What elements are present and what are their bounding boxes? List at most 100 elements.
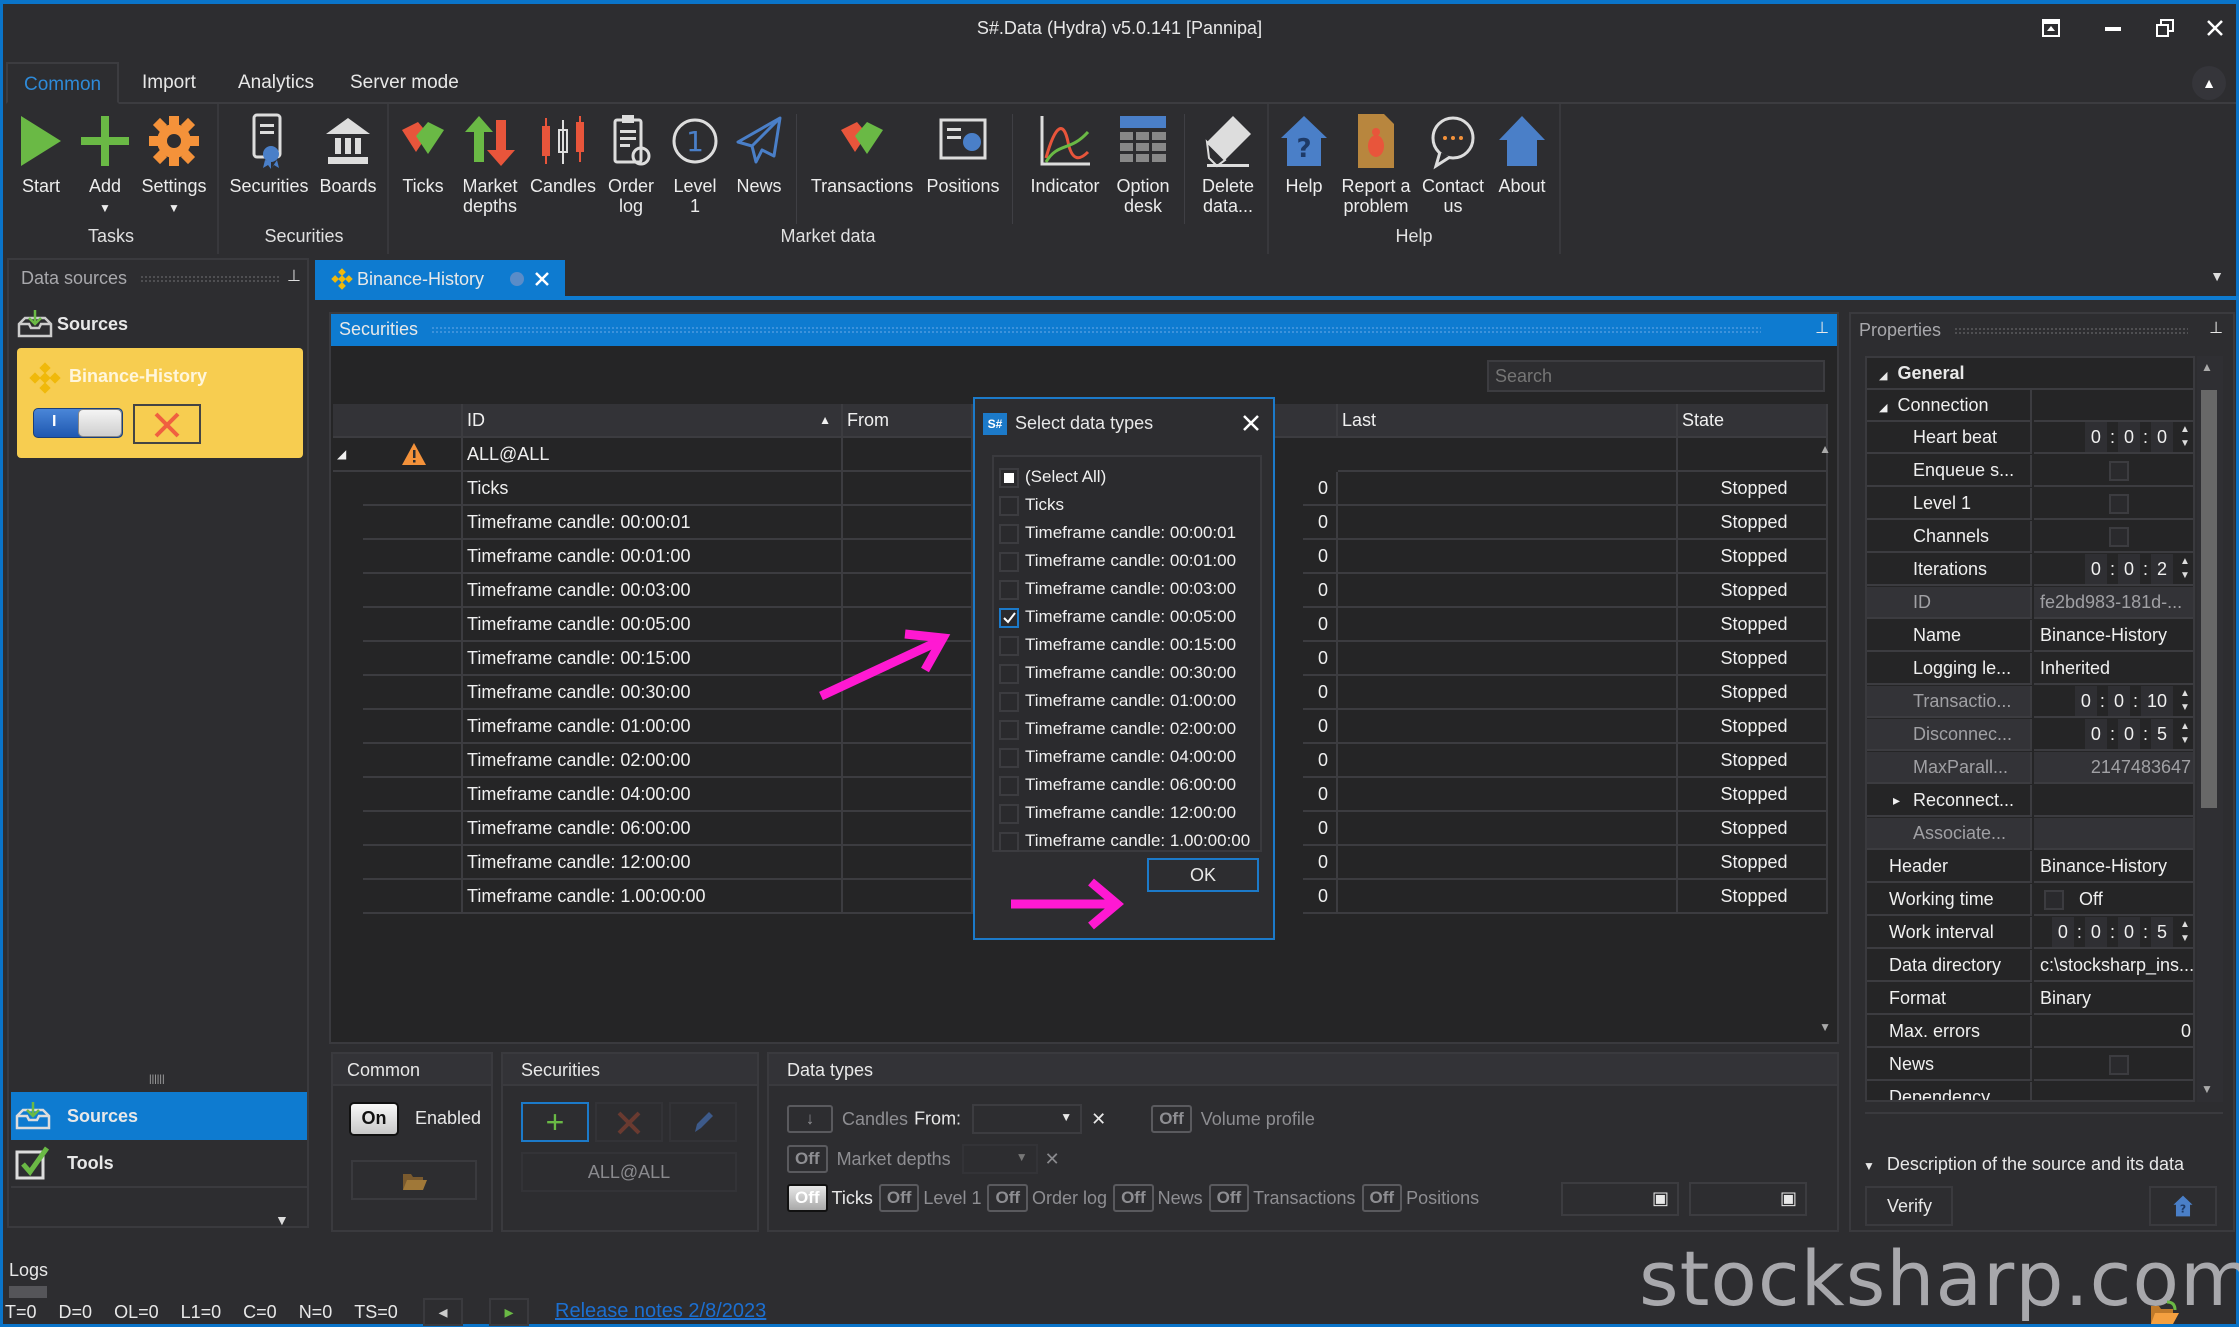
order-log-button[interactable]: Order log [602, 112, 660, 216]
minimize-icon[interactable] [2093, 14, 2133, 46]
property-value[interactable]: 0:0:10 ▲ ▼ [2034, 686, 2193, 718]
checkbox-icon[interactable] [999, 495, 1019, 516]
row-id[interactable]: Timeframe candle: 04:00:00 [463, 778, 843, 812]
checkbox-icon[interactable] [999, 635, 1019, 656]
data-type-option[interactable]: Timeframe candle: 00:05:00 [999, 603, 1236, 631]
settings-button[interactable]: Settings ▼ [140, 112, 208, 218]
pin-icon[interactable]: ⊥ [2209, 318, 2223, 338]
row-id[interactable]: Timeframe candle: 02:00:00 [463, 744, 843, 778]
property-row[interactable]: Max. errors 0 [1867, 1016, 2193, 1048]
candles-toggle[interactable]: ↓ [787, 1105, 833, 1133]
property-value[interactable]: 2147483647 [2034, 752, 2193, 784]
open-logs-folder-icon[interactable] [2149, 1300, 2179, 1327]
market-depths-select[interactable]: ▼ [961, 1144, 1038, 1174]
spinner-part[interactable]: 10 [2140, 686, 2173, 716]
spinner-part[interactable]: 0 [2051, 917, 2074, 947]
checkbox-icon[interactable] [2108, 1055, 2129, 1076]
spinner-arrows-icon[interactable]: ▲ ▼ [2173, 555, 2193, 583]
property-row[interactable]: Logging le... Inherited [1867, 653, 2193, 685]
spinner-arrows-icon[interactable]: ▲ ▼ [2173, 918, 2193, 946]
checkbox-icon[interactable] [2108, 527, 2129, 548]
row-id[interactable]: Timeframe candle: 00:05:00 [463, 608, 843, 642]
indicator-button[interactable]: Indicator [1022, 112, 1108, 196]
volume-profile-toggle[interactable]: Off [1151, 1105, 1192, 1133]
collapse-ribbon-button[interactable]: ▲ [2192, 66, 2226, 100]
property-row[interactable]: ID fe2bd983-181d-... [1867, 587, 2193, 619]
data-type-option[interactable]: Timeframe candle: 06:00:00 [999, 771, 1236, 799]
spinner-part[interactable]: 2 [2150, 554, 2173, 584]
property-row[interactable]: Heart beat 0:0:0 ▲ ▼ [1867, 422, 2193, 454]
splitter-grip[interactable]: |||||| [149, 1074, 165, 1085]
help-button[interactable]: ? Help [1274, 112, 1334, 196]
checkbox-icon[interactable] [999, 579, 1019, 600]
property-row[interactable]: Dependency [1867, 1082, 2193, 1100]
checkbox-icon[interactable] [999, 691, 1019, 712]
spinner-part[interactable]: 0 [2084, 917, 2107, 947]
spinner-part[interactable]: 0 [2117, 719, 2140, 749]
property-value[interactable] [2034, 1082, 2193, 1100]
row-id[interactable]: Timeframe candle: 00:03:00 [463, 574, 843, 608]
property-value[interactable]: Binance-History [2034, 620, 2193, 652]
col-header-from[interactable]: From [843, 404, 973, 438]
tab-server-mode[interactable]: Server mode [334, 62, 475, 104]
clear-candles-icon[interactable]: ✕ [1091, 1109, 1106, 1129]
property-value[interactable] [2034, 521, 2193, 553]
property-value[interactable] [2034, 455, 2193, 487]
nav-tools[interactable]: Tools [11, 1140, 307, 1188]
checkbox-icon[interactable] [2044, 890, 2064, 911]
property-value[interactable] [2034, 818, 2193, 850]
pin-icon[interactable]: ⊥ [287, 266, 301, 286]
tray-icon[interactable] [2031, 14, 2071, 46]
row-id[interactable]: Timeframe candle: 06:00:00 [463, 812, 843, 846]
data-type-option[interactable]: Timeframe candle: 12:00:00 [999, 799, 1236, 827]
dialog-close-icon[interactable] [1241, 413, 1261, 433]
checkbox-icon[interactable] [2108, 461, 2129, 482]
level1-button[interactable]: 1 Level 1 [664, 112, 726, 216]
drag-grip[interactable] [1954, 327, 2189, 336]
boards-button[interactable]: Boards [314, 112, 382, 196]
pin-icon[interactable]: ⊥ [1815, 314, 1829, 344]
ticks-button[interactable]: Ticks [394, 112, 452, 196]
checkbox-icon[interactable] [999, 831, 1019, 852]
spinner-arrows-icon[interactable]: ▲ ▼ [2173, 687, 2193, 715]
help-page-button[interactable]: ? [2149, 1186, 2217, 1226]
property-row[interactable]: Transactio... 0:0:10 ▲ ▼ [1867, 686, 2193, 718]
data-type-option[interactable]: Timeframe candle: 00:01:00 [999, 547, 1236, 575]
search-input[interactable] [1487, 360, 1825, 392]
checkbox-icon[interactable] [2108, 494, 2129, 515]
row-id[interactable]: Timeframe candle: 00:00:01 [463, 506, 843, 540]
start-button[interactable]: Start [12, 112, 70, 196]
property-row[interactable]: News [1867, 1049, 2193, 1081]
scroll-down-icon[interactable]: ▼ [2201, 1082, 2213, 1096]
property-row[interactable]: Enqueue s... [1867, 455, 2193, 487]
row-id[interactable]: Timeframe candle: 01:00:00 [463, 710, 843, 744]
spinner-part[interactable]: 5 [2150, 719, 2173, 749]
spinner-part[interactable]: 0 [2074, 686, 2097, 716]
data-type-option[interactable]: Timeframe candle: 00:15:00 [999, 631, 1236, 659]
checkbox-icon[interactable] [999, 775, 1019, 796]
source-card-binance-history[interactable]: Binance-History I [17, 348, 303, 458]
spinner-part[interactable]: 0 [2084, 554, 2107, 584]
spinner-part[interactable]: 5 [2150, 917, 2173, 947]
option-desk-button[interactable]: Option desk [1110, 112, 1176, 216]
spinner-part[interactable]: 0 [2117, 422, 2140, 452]
data-type-option[interactable]: Timeframe candle: 00:03:00 [999, 575, 1236, 603]
data-type-option[interactable]: Timeframe candle: 00:30:00 [999, 659, 1236, 687]
clear-depths-icon[interactable]: ✕ [1045, 1149, 1060, 1169]
property-value[interactable]: fe2bd983-181d-... [2034, 587, 2193, 619]
scroll-thumb[interactable] [2201, 390, 2217, 808]
nav-more-chevron-icon[interactable]: ▼ [275, 1212, 289, 1228]
add-button[interactable]: Add ▼ [76, 112, 134, 218]
row-id[interactable]: Timeframe candle: 00:01:00 [463, 540, 843, 574]
property-row[interactable]: Channels [1867, 521, 2193, 553]
market-depths-button[interactable]: Market depths [454, 112, 526, 216]
category-general[interactable]: ◢ General [1867, 358, 2193, 390]
data-type-option[interactable]: (Select All) [999, 463, 1106, 491]
open-folder-button[interactable] [351, 1160, 477, 1200]
spinner-part[interactable]: 0 [2084, 719, 2107, 749]
time-spinner[interactable]: 0:0:10 ▲ ▼ [2074, 686, 2193, 716]
prev-button[interactable]: ◂ [423, 1298, 463, 1326]
spinner-part[interactable]: 0 [2107, 686, 2130, 716]
property-row[interactable]: Associate... [1867, 818, 2193, 850]
row-id[interactable]: Timeframe candle: 00:15:00 [463, 642, 843, 676]
